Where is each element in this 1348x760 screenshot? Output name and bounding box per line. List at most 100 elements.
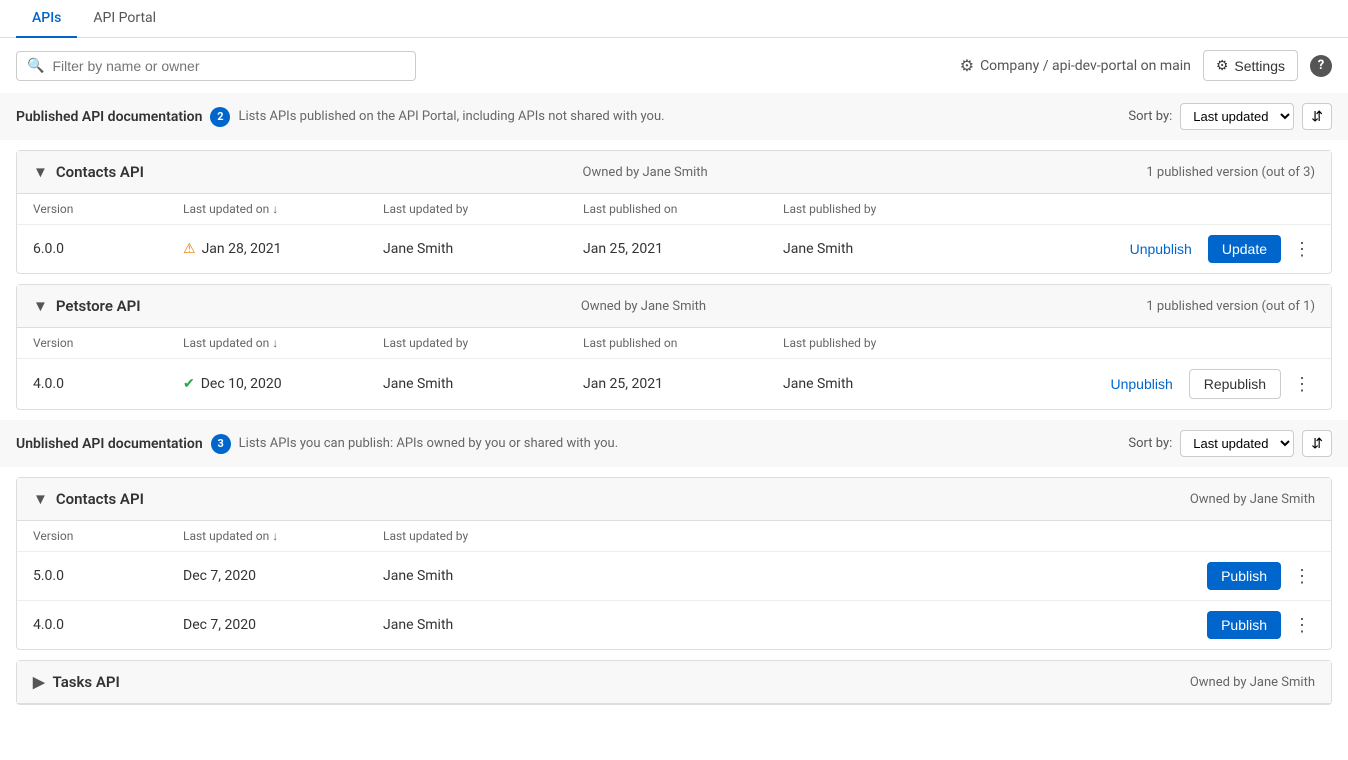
contacts-api-published-card: ▼ Contacts API Owned by Jane Smith 1 pub… bbox=[16, 150, 1332, 274]
published-sort-select[interactable]: Last updated Name Owner bbox=[1180, 103, 1294, 130]
col-last-updated-on-p: Last updated on ↓ bbox=[183, 336, 383, 350]
petstore-api-published-title: ▼ Petstore API bbox=[33, 297, 141, 315]
toolbar: 🔍 ⚙ Company / api-dev-portal on main ⚙ S… bbox=[0, 38, 1348, 93]
petstore-api-published-versions-table: Version Last updated on ↓ Last updated b… bbox=[17, 328, 1331, 409]
contacts-api-published-versions-table: Version Last updated on ↓ Last updated b… bbox=[17, 194, 1331, 273]
col-last-updated-by-u: Last updated by bbox=[383, 529, 583, 543]
tasks-api-unpublished-owner: Owned by Jane Smith bbox=[1190, 675, 1315, 690]
col-version: Version bbox=[33, 202, 183, 216]
contacts-api-v6-published-by: Jane Smith bbox=[783, 241, 983, 257]
published-sort-label: Sort by: bbox=[1128, 109, 1172, 124]
unpublished-section-header: Unblished API documentation 3 Lists APIs… bbox=[0, 420, 1348, 467]
petstore-api-v4-row: 4.0.0 ✔ Dec 10, 2020 Jane Smith Jan 25, … bbox=[17, 359, 1331, 409]
tasks-api-unpublished-header: ▶ Tasks API Owned by Jane Smith bbox=[17, 661, 1331, 704]
col-actions-p bbox=[983, 336, 1315, 350]
contacts-api-unpublished-columns: Version Last updated on ↓ Last updated b… bbox=[17, 521, 1331, 552]
col-version-u: Version bbox=[33, 529, 183, 543]
col-actions bbox=[983, 202, 1315, 216]
tasks-api-unpublished-title: ▶ Tasks API bbox=[33, 673, 120, 691]
contacts-api-unpublished-v5-actions: Publish ⋮ bbox=[583, 562, 1315, 590]
tasks-api-unpublished-name: Tasks API bbox=[53, 673, 120, 691]
unpublished-description: Lists APIs you can publish: APIs owned b… bbox=[239, 436, 618, 451]
help-button[interactable]: ? bbox=[1310, 55, 1332, 77]
contacts-api-unpublished-v5-version: 5.0.0 bbox=[33, 568, 183, 584]
settings-label: Settings bbox=[1234, 58, 1285, 74]
petstore-api-v4-published-on: Jan 25, 2021 bbox=[583, 376, 783, 392]
petstore-api-v4-republish-button[interactable]: Republish bbox=[1189, 369, 1281, 399]
tab-apis[interactable]: APIs bbox=[16, 0, 77, 38]
unpublished-sort-controls: Sort by: Last updated Name Owner ⇵ bbox=[1128, 430, 1332, 457]
col-actions-u bbox=[583, 529, 1315, 543]
contacts-api-unpublished-v5-row: 5.0.0 Dec 7, 2020 Jane Smith Publish ⋮ bbox=[17, 552, 1331, 601]
contacts-api-unpublished-header: ▼ Contacts API Owned by Jane Smith bbox=[17, 478, 1331, 521]
contacts-api-unpublished-v4-publish-button[interactable]: Publish bbox=[1207, 611, 1281, 639]
col-last-published-by-p: Last published by bbox=[783, 336, 983, 350]
petstore-api-published-versions-summary: 1 published version (out of 1) bbox=[1146, 299, 1315, 314]
petstore-api-v4-unpublish-button[interactable]: Unpublish bbox=[1102, 372, 1180, 396]
top-tabs: APIs API Portal bbox=[0, 0, 1348, 38]
petstore-api-published-header: ▼ Petstore API Owned by Jane Smith 1 pub… bbox=[17, 285, 1331, 328]
petstore-api-published-name: Petstore API bbox=[56, 297, 141, 315]
gear-icon: ⚙ bbox=[1216, 57, 1229, 74]
contacts-api-unpublished-v4-version: 4.0.0 bbox=[33, 617, 183, 633]
col-last-updated-on-u: Last updated on ↓ bbox=[183, 529, 383, 543]
published-section-title: Published API documentation 2 Lists APIs… bbox=[16, 107, 665, 127]
contacts-api-published-title: ▼ Contacts API bbox=[33, 163, 144, 181]
unpublished-sort-direction-button[interactable]: ⇵ bbox=[1302, 430, 1332, 457]
contacts-api-unpublished-versions-table: Version Last updated on ↓ Last updated b… bbox=[17, 521, 1331, 649]
contacts-api-published-versions-summary: 1 published version (out of 3) bbox=[1146, 165, 1315, 180]
petstore-api-published-card: ▼ Petstore API Owned by Jane Smith 1 pub… bbox=[16, 284, 1332, 410]
published-sort-direction-button[interactable]: ⇵ bbox=[1302, 103, 1332, 130]
petstore-api-v4-updated-on: ✔ Dec 10, 2020 bbox=[183, 376, 383, 392]
tab-api-portal[interactable]: API Portal bbox=[77, 0, 172, 38]
contacts-api-published-owner: Owned by Jane Smith bbox=[583, 165, 708, 180]
contacts-api-unpublished-title: ▼ Contacts API bbox=[33, 490, 144, 508]
petstore-api-v4-actions: Unpublish Republish ⋮ bbox=[983, 369, 1315, 399]
petstore-api-v4-published-by: Jane Smith bbox=[783, 376, 983, 392]
contacts-api-v6-row: 6.0.0 ⚠ Jan 28, 2021 Jane Smith Jan 25, … bbox=[17, 225, 1331, 273]
settings-button[interactable]: ⚙ Settings bbox=[1203, 50, 1298, 81]
contacts-api-published-header: ▼ Contacts API Owned by Jane Smith 1 pub… bbox=[17, 151, 1331, 194]
contacts-api-unpublished-v4-actions: Publish ⋮ bbox=[583, 611, 1315, 639]
contacts-api-unpublished-v5-more-button[interactable]: ⋮ bbox=[1289, 564, 1315, 589]
contacts-api-v6-more-button[interactable]: ⋮ bbox=[1289, 237, 1315, 262]
col-last-published-on-p: Last published on bbox=[583, 336, 783, 350]
unpublished-sort-label: Sort by: bbox=[1128, 436, 1172, 451]
repo-link: ⚙ Company / api-dev-portal on main bbox=[960, 56, 1191, 75]
published-title-text: Published API documentation bbox=[16, 109, 202, 125]
unpublished-sort-select[interactable]: Last updated Name Owner bbox=[1180, 430, 1294, 457]
petstore-api-published-columns: Version Last updated on ↓ Last updated b… bbox=[17, 328, 1331, 359]
tasks-api-unpublished-card: ▶ Tasks API Owned by Jane Smith bbox=[16, 660, 1332, 705]
contacts-api-v6-unpublish-button[interactable]: Unpublish bbox=[1122, 237, 1200, 261]
contacts-api-v6-updated-date: Jan 28, 2021 bbox=[202, 241, 282, 257]
unpublished-section-title: Unblished API documentation 3 Lists APIs… bbox=[16, 434, 618, 454]
col-last-updated-on: Last updated on ↓ bbox=[183, 202, 383, 216]
search-input[interactable] bbox=[52, 58, 405, 74]
contacts-api-published-chevron[interactable]: ▼ bbox=[33, 163, 48, 181]
repo-label: Company / api-dev-portal on main bbox=[980, 58, 1191, 74]
contacts-api-published-name: Contacts API bbox=[56, 163, 144, 181]
contacts-api-unpublished-v4-row: 4.0.0 Dec 7, 2020 Jane Smith Publish ⋮ bbox=[17, 601, 1331, 649]
contacts-api-v6-update-button[interactable]: Update bbox=[1208, 235, 1281, 263]
petstore-api-published-chevron[interactable]: ▼ bbox=[33, 297, 48, 315]
contacts-api-unpublished-v4-more-button[interactable]: ⋮ bbox=[1289, 613, 1315, 638]
contacts-api-unpublished-name: Contacts API bbox=[56, 490, 144, 508]
col-last-updated-by: Last updated by bbox=[383, 202, 583, 216]
success-icon: ✔ bbox=[183, 376, 195, 392]
contacts-api-unpublished-v5-publish-button[interactable]: Publish bbox=[1207, 562, 1281, 590]
contacts-api-v6-actions: Unpublish Update ⋮ bbox=[983, 235, 1315, 263]
contacts-api-unpublished-chevron[interactable]: ▼ bbox=[33, 490, 48, 508]
petstore-api-published-owner: Owned by Jane Smith bbox=[581, 299, 706, 314]
contacts-api-v6-updated-by: Jane Smith bbox=[383, 241, 583, 257]
published-section-header: Published API documentation 2 Lists APIs… bbox=[0, 93, 1348, 140]
contacts-api-unpublished-owner: Owned by Jane Smith bbox=[1190, 492, 1315, 507]
contacts-api-v6-version: 6.0.0 bbox=[33, 241, 183, 257]
contacts-api-unpublished-v4-updated-by: Jane Smith bbox=[383, 617, 583, 633]
search-box: 🔍 bbox=[16, 51, 416, 81]
github-icon: ⚙ bbox=[960, 56, 974, 75]
tasks-api-unpublished-chevron[interactable]: ▶ bbox=[33, 673, 45, 691]
col-version-p: Version bbox=[33, 336, 183, 350]
unpublished-badge: 3 bbox=[211, 434, 231, 454]
published-description: Lists APIs published on the API Portal, … bbox=[238, 109, 664, 124]
petstore-api-v4-more-button[interactable]: ⋮ bbox=[1289, 372, 1315, 397]
